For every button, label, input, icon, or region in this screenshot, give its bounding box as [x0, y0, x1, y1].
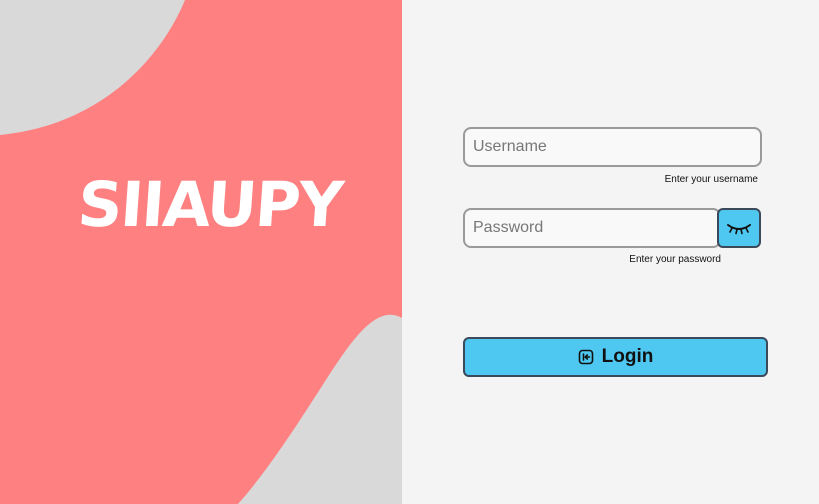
login-panel [402, 0, 819, 504]
login-button-label: Login [601, 346, 654, 367]
login-icon [578, 349, 593, 365]
toggle-password-visibility-button[interactable] [717, 208, 761, 248]
brand-logo: SIIAUPY [75, 168, 345, 241]
password-hint: Enter your password [629, 254, 721, 265]
eye-closed-icon [727, 224, 751, 235]
password-input[interactable] [463, 208, 721, 248]
username-input[interactable] [463, 127, 762, 167]
brand-panel: SIIAUPY [0, 0, 402, 504]
brand-background [0, 0, 402, 504]
username-hint: Enter your username [664, 174, 758, 185]
login-button[interactable]: Login [463, 337, 768, 377]
